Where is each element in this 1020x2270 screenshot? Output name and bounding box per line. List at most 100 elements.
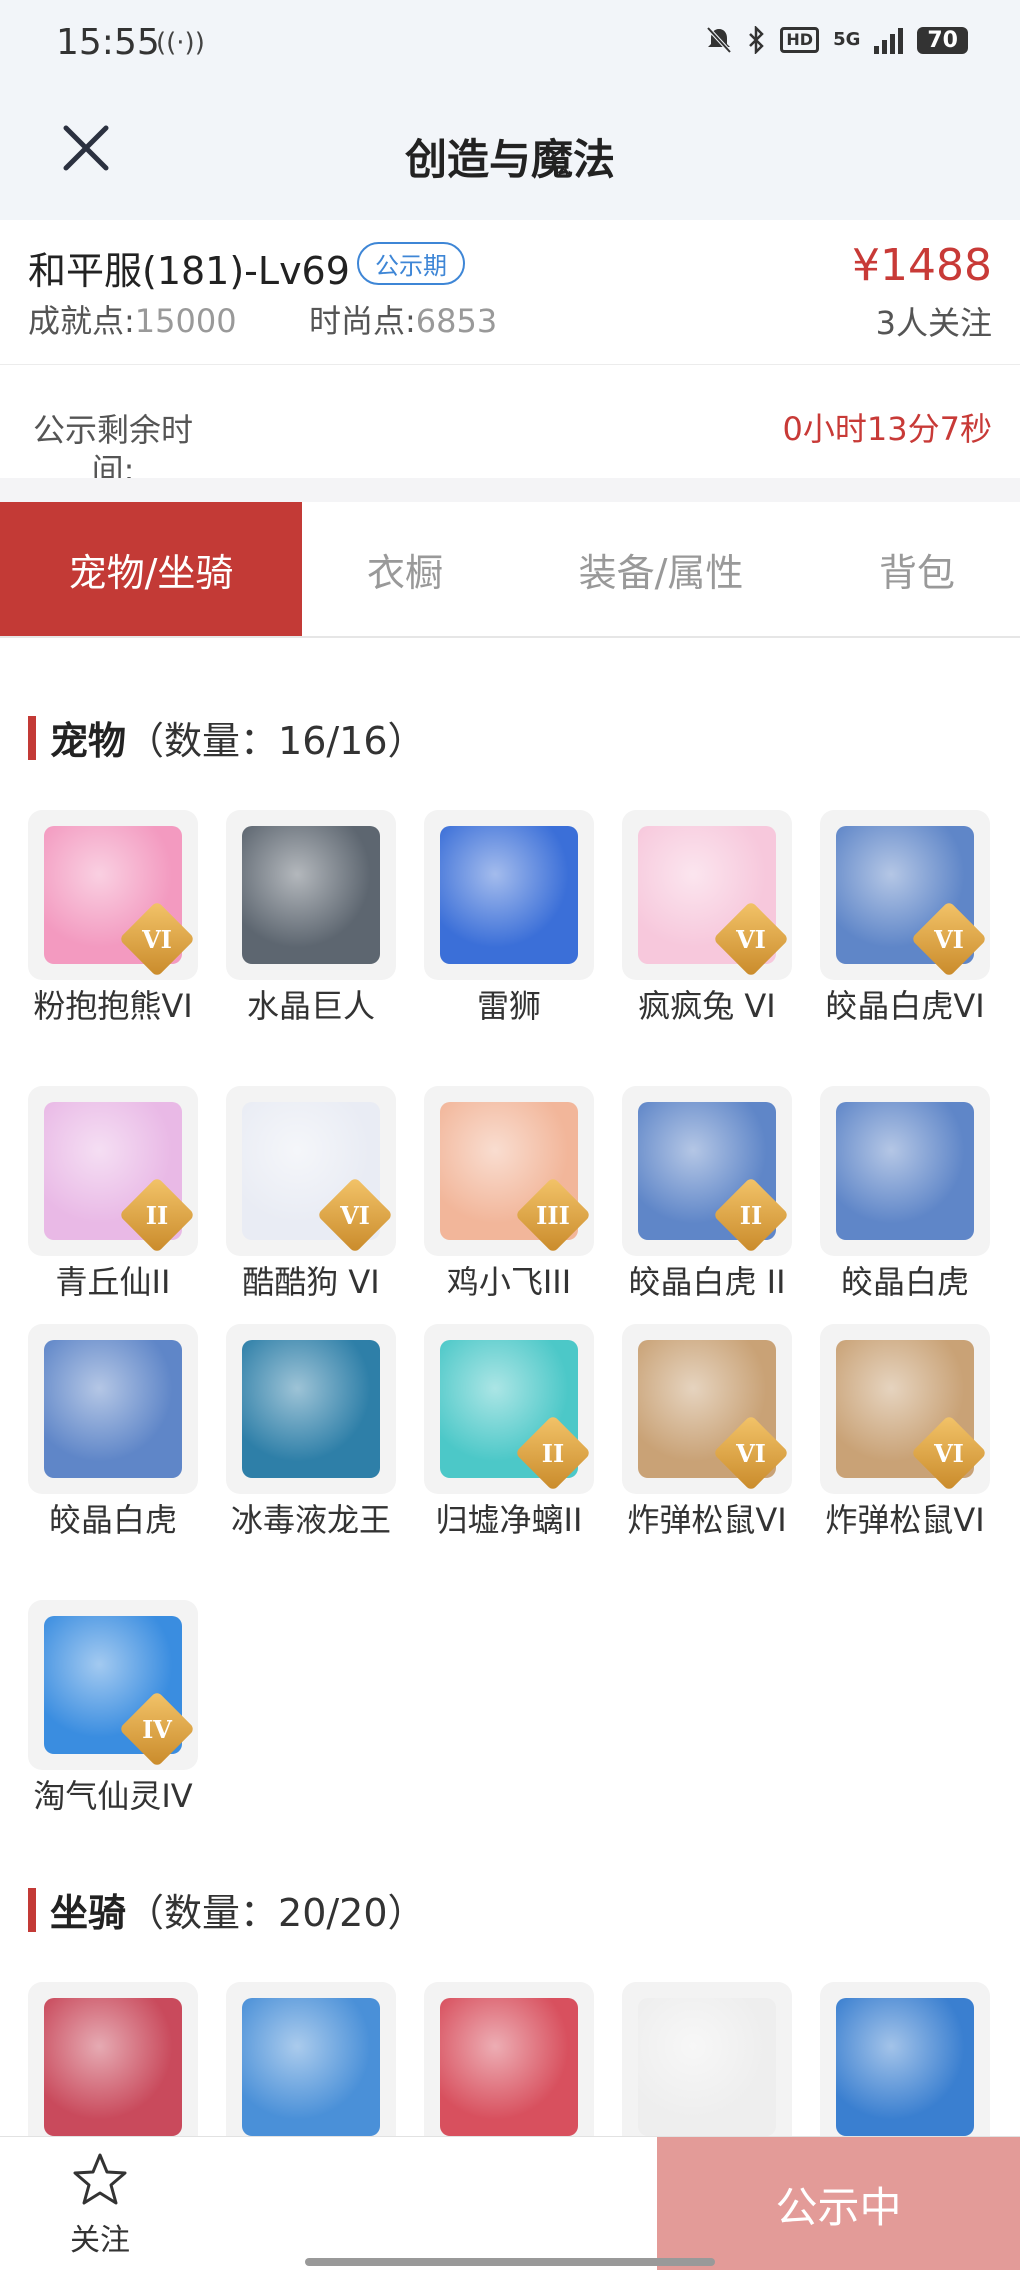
pet-card[interactable]: 雷狮 <box>424 810 594 1026</box>
red-dragon-icon <box>44 1998 182 2136</box>
pet-thumbnail <box>424 810 594 980</box>
status-time: 15:55 <box>56 22 160 63</box>
pet-name: 水晶巨人 <box>246 987 375 1025</box>
mount-card[interactable] <box>28 1982 198 2152</box>
hd-icon: HD <box>780 27 820 53</box>
pet-thumbnail: II <box>424 1324 594 1494</box>
pet-card[interactable]: 皎晶白虎 <box>28 1324 198 1540</box>
rank-badge: VI <box>910 1414 988 1492</box>
listing-stats: 成就点:15000 时尚点:6853 <box>28 296 497 342</box>
pet-name: 炸弹松鼠VI <box>825 1501 985 1539</box>
pet-card[interactable]: 皎晶白虎 <box>820 1086 990 1302</box>
hotspot-icon: ((·)) <box>156 28 205 58</box>
white-tiger-icon <box>44 1340 182 1478</box>
mount-thumbnail <box>28 1982 198 2152</box>
remaining-value: 0小时13分7秒 <box>782 410 992 448</box>
pet-card[interactable]: II 归墟净螭II <box>424 1324 594 1540</box>
pet-name: 粉抱抱熊VI <box>33 987 193 1025</box>
star-icon <box>73 2153 127 2205</box>
pet-thumbnail: VI <box>226 1086 396 1256</box>
fashion-label: 时尚点: <box>308 302 416 340</box>
pet-thumbnail: VI <box>820 810 990 980</box>
white-fox-icon <box>638 1998 776 2136</box>
publish-status-button[interactable]: 公示中 <box>657 2137 1020 2270</box>
pet-name: 鸡小飞III <box>446 1263 572 1301</box>
status-icons: HD 5G 70 <box>706 26 968 54</box>
pet-thumbnail <box>820 1086 990 1256</box>
follow-label: 关注 <box>70 2223 130 2258</box>
blue-dragon-icon <box>242 1998 380 2136</box>
rank-badge: VI <box>712 900 790 978</box>
pet-card[interactable]: II 青丘仙II <box>28 1086 198 1302</box>
pet-name: 冰毒液龙王 <box>230 1501 391 1539</box>
thunder-lion-icon <box>440 826 578 964</box>
pet-card[interactable]: VI 炸弹松鼠VI <box>820 1324 990 1540</box>
pet-card[interactable]: 冰毒液龙王 <box>226 1324 396 1540</box>
pet-card[interactable]: VI 酷酷狗 VI <box>226 1086 396 1302</box>
pet-card[interactable]: II 皎晶白虎 II <box>622 1086 792 1302</box>
status-badge: 公示期 <box>357 242 465 285</box>
home-indicator[interactable] <box>305 2258 715 2266</box>
rank-badge: VI <box>118 900 196 978</box>
pet-thumbnail: II <box>622 1086 792 1256</box>
rank-badge: II <box>514 1414 592 1492</box>
follow-button[interactable]: 关注 <box>60 2151 140 2259</box>
tab-wardrobe[interactable]: 衣橱 <box>302 502 508 636</box>
pet-name: 归墟净螭II <box>435 1501 583 1539</box>
pet-thumbnail: VI <box>820 1324 990 1494</box>
pet-name: 雷狮 <box>476 987 541 1025</box>
pet-thumbnail: II <box>28 1086 198 1256</box>
battery-icon: 70 <box>917 26 968 54</box>
venom-dragon-icon <box>242 1340 380 1478</box>
white-tiger-icon <box>836 1102 974 1240</box>
red-dino-icon <box>440 1998 578 2136</box>
pet-name: 青丘仙II <box>55 1263 171 1301</box>
tab-equipment[interactable]: 装备/属性 <box>508 502 814 636</box>
rank-badge: II <box>712 1176 790 1254</box>
bluetooth-icon <box>749 26 765 54</box>
rank-badge: III <box>514 1176 592 1254</box>
bottom-bar: 关注 公示中 <box>0 2136 1020 2270</box>
pet-card[interactable]: VI 炸弹松鼠VI <box>622 1324 792 1540</box>
mount-card[interactable] <box>424 1982 594 2152</box>
rank-badge: VI <box>316 1176 394 1254</box>
pet-name: 炸弹松鼠VI <box>627 1501 787 1539</box>
blue-bird-icon <box>836 1998 974 2136</box>
pet-card[interactable]: 水晶巨人 <box>226 810 396 1026</box>
mount-card[interactable] <box>820 1982 990 2152</box>
pet-card[interactable]: III 鸡小飞III <box>424 1086 594 1302</box>
achievement-label: 成就点: <box>28 302 135 340</box>
network-icon: 5G <box>833 29 861 50</box>
pet-name: 皎晶白虎 <box>840 1263 969 1301</box>
mount-thumbnail <box>622 1982 792 2152</box>
pet-thumbnail <box>28 1324 198 1494</box>
tab-backpack[interactable]: 背包 <box>814 502 1020 636</box>
fashion-value: 6853 <box>415 302 498 340</box>
pet-name: 疯疯兔 VI <box>638 987 776 1025</box>
pet-card[interactable]: VI 皎晶白虎VI <box>820 810 990 1026</box>
rank-badge: VI <box>910 900 988 978</box>
pet-thumbnail <box>226 810 396 980</box>
mount-card[interactable] <box>226 1982 396 2152</box>
listing-header: 和平服(181)-Lv69 公示期 成就点:15000 时尚点:6853 ¥14… <box>0 220 1020 365</box>
mute-bell-icon <box>706 26 732 54</box>
remaining-time-row: 公示剩余时间: 0小时13分7秒 <box>0 366 1020 489</box>
pets-section-title: 宠物 （数量：16/16） <box>28 710 426 765</box>
price: ¥1488 <box>852 240 992 291</box>
rank-badge: II <box>118 1176 196 1254</box>
followers-count: 3人关注 <box>875 304 992 342</box>
pet-thumbnail: VI <box>622 1324 792 1494</box>
pet-card[interactable]: VI 疯疯兔 VI <box>622 810 792 1026</box>
mount-thumbnail <box>226 1982 396 2152</box>
server-level: 和平服(181)-Lv69 <box>28 249 350 293</box>
pet-name: 淘气仙灵IV <box>33 1777 193 1815</box>
crystal-giant-icon <box>242 826 380 964</box>
rank-badge: VI <box>712 1414 790 1492</box>
signal-icon <box>874 26 904 54</box>
mount-card[interactable] <box>622 1982 792 2152</box>
tab-pets-mounts[interactable]: 宠物/坐骑 <box>0 502 302 636</box>
pet-card[interactable]: VI 粉抱抱熊VI <box>28 810 198 1026</box>
mount-thumbnail <box>820 1982 990 2152</box>
pet-name: 皎晶白虎 <box>48 1501 177 1539</box>
pet-card[interactable]: IV 淘气仙灵IV <box>28 1600 198 1816</box>
